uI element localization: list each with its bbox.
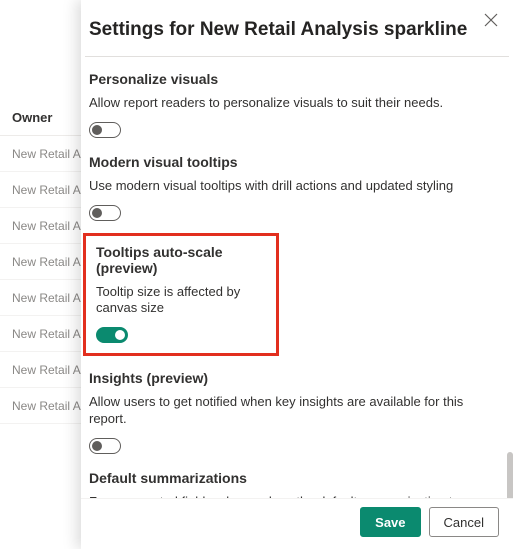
section-modern-tooltips: Modern visual tooltips Use modern visual… — [89, 146, 503, 229]
close-icon — [484, 13, 498, 27]
panel-body: Personalize visuals Allow report readers… — [81, 57, 513, 498]
list-item[interactable]: New Retail Ana — [0, 352, 84, 388]
column-header-owner[interactable]: Owner — [0, 100, 84, 136]
section-desc: Allow users to get notified when key ins… — [89, 394, 503, 428]
highlight-box: Tooltips auto-scale (preview) Tooltip si… — [83, 233, 279, 357]
panel-header: Settings for New Retail Analysis sparkli… — [81, 0, 513, 56]
toggle-tooltips-autoscale[interactable] — [96, 327, 128, 343]
list-item[interactable]: New Retail Ana — [0, 316, 84, 352]
list-item[interactable]: New Retail Ana — [0, 136, 84, 172]
list-item[interactable]: New Retail Ana — [0, 172, 84, 208]
cancel-button[interactable]: Cancel — [429, 507, 499, 537]
list-item[interactable]: New Retail Ana — [0, 280, 84, 316]
toggle-personalize-visuals[interactable] — [89, 122, 121, 138]
background-list: Owner New Retail Ana New Retail Ana New … — [0, 0, 84, 549]
section-heading: Default summarizations — [89, 470, 503, 486]
section-heading: Tooltips auto-scale (preview) — [96, 244, 266, 276]
settings-panel: Settings for New Retail Analysis sparkli… — [81, 0, 513, 549]
panel-footer: Save Cancel — [81, 498, 513, 549]
section-heading: Insights (preview) — [89, 370, 503, 386]
close-button[interactable] — [481, 10, 501, 30]
section-heading: Personalize visuals — [89, 71, 503, 87]
toggle-insights[interactable] — [89, 438, 121, 454]
panel-title: Settings for New Retail Analysis sparkli… — [89, 18, 493, 42]
section-heading: Modern visual tooltips — [89, 154, 503, 170]
section-desc: Allow report readers to personalize visu… — [89, 95, 503, 112]
toggle-modern-tooltips[interactable] — [89, 205, 121, 221]
list-item[interactable]: New Retail Ana — [0, 208, 84, 244]
list-item[interactable]: New Retail Ana — [0, 244, 84, 280]
section-desc: Tooltip size is affected by canvas size — [96, 284, 266, 318]
section-personalize-visuals: Personalize visuals Allow report readers… — [89, 63, 503, 146]
section-insights: Insights (preview) Allow users to get no… — [89, 362, 503, 462]
section-desc: For aggregated fields, always show the d… — [89, 494, 503, 498]
section-default-summarizations: Default summarizations For aggregated fi… — [89, 462, 503, 498]
scrollbar-thumb[interactable] — [507, 452, 513, 498]
section-desc: Use modern visual tooltips with drill ac… — [89, 178, 503, 195]
save-button[interactable]: Save — [360, 507, 420, 537]
list-item[interactable]: New Retail Ana — [0, 388, 84, 424]
